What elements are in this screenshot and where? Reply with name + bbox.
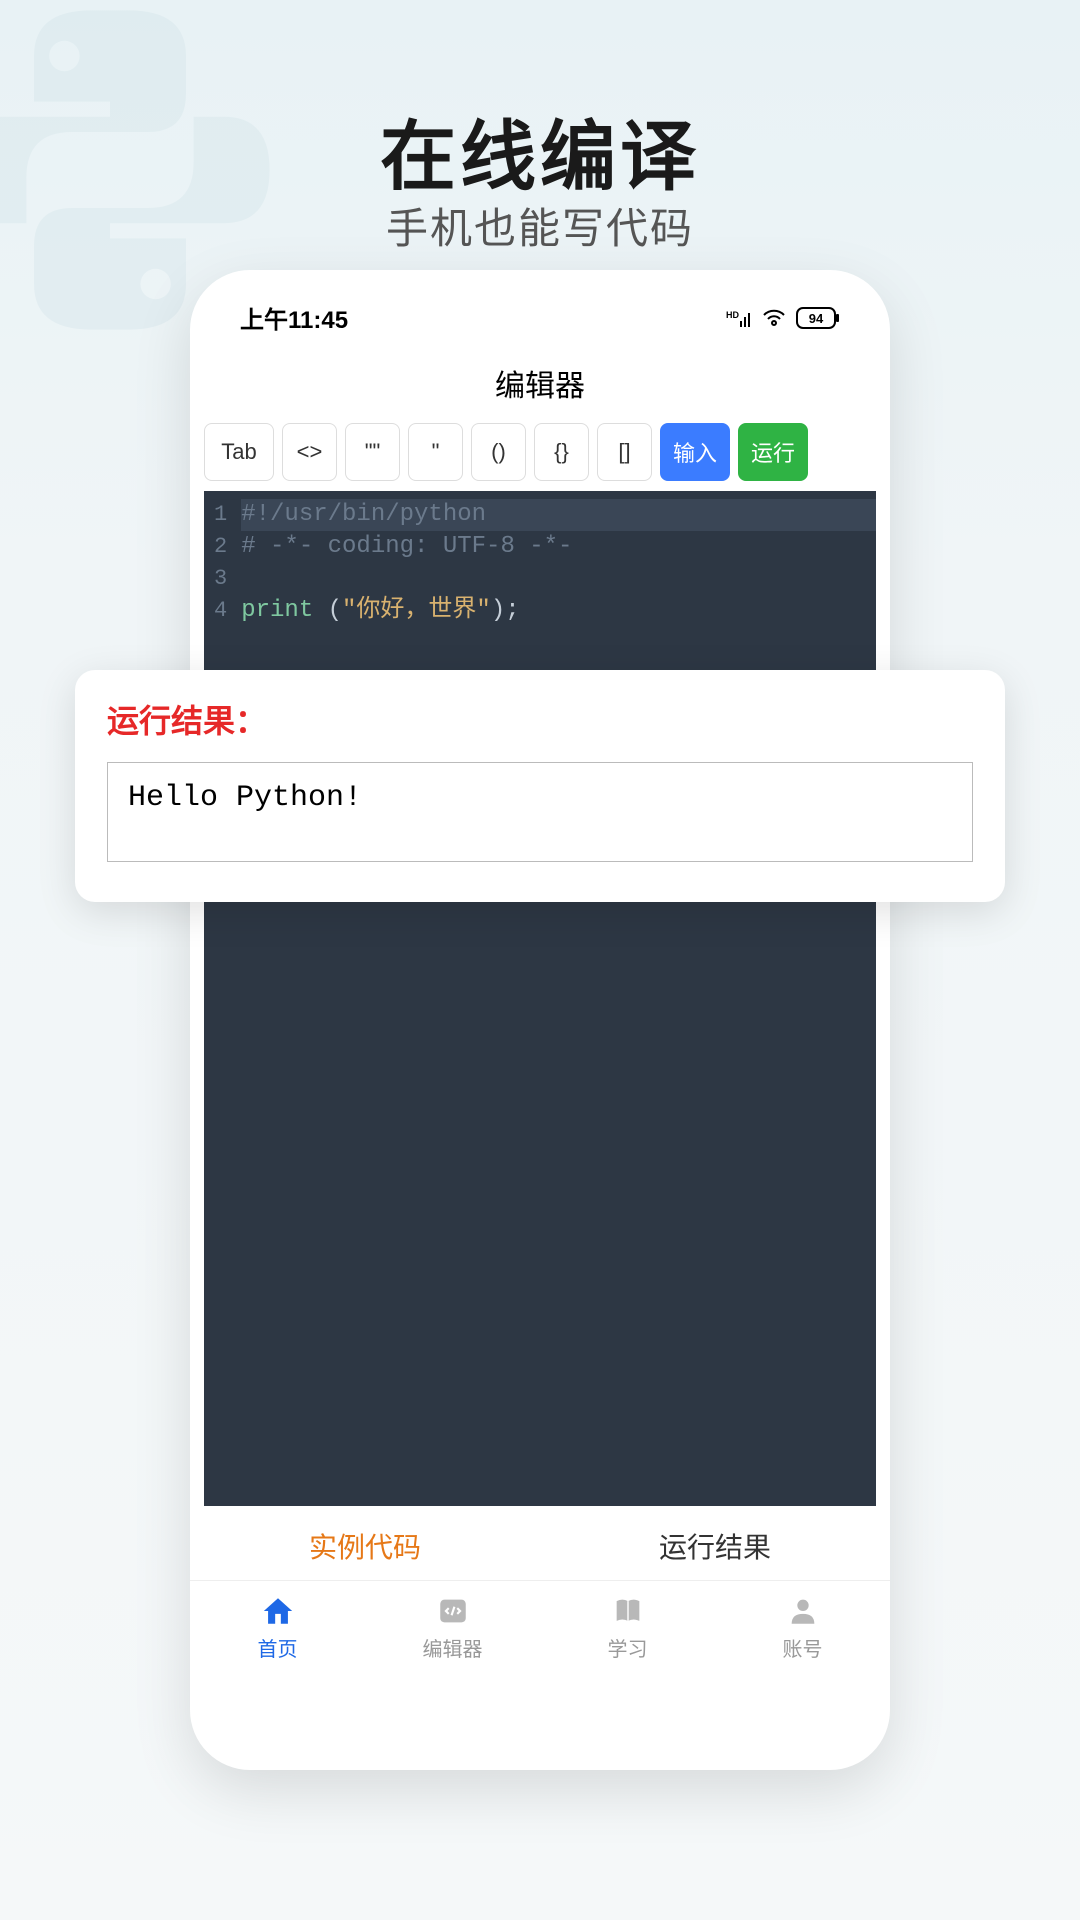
svg-text:94: 94 — [809, 311, 824, 326]
status-time: 上午11:45 — [240, 300, 348, 335]
code-line-1: #!/usr/bin/python — [241, 499, 876, 531]
nav-account[interactable]: 账号 — [715, 1593, 890, 1662]
paren-button[interactable]: () — [471, 423, 526, 481]
single-quote-button[interactable]: " — [408, 423, 463, 481]
nav-editor[interactable]: 编辑器 — [365, 1593, 540, 1662]
code-line-4: print ("你好，世界"); — [241, 595, 876, 627]
hero-title: 在线编译 — [0, 95, 1080, 205]
status-bar: 上午11:45 HD 94 — [190, 270, 890, 353]
editor-toolbar: Tab <> "" " () {} [] 输入 运行 — [190, 423, 890, 481]
bracket-button[interactable]: [] — [597, 423, 652, 481]
angle-brackets-button[interactable]: <> — [282, 423, 337, 481]
person-icon — [785, 1593, 821, 1629]
code-line-2: # -*- coding: UTF-8 -*- — [241, 531, 876, 563]
signal-icon: HD — [726, 309, 752, 327]
double-quote-button[interactable]: "" — [345, 423, 400, 481]
status-icons: HD 94 — [726, 307, 840, 329]
hero-subtitle: 手机也能写代码 — [0, 195, 1080, 256]
code-icon — [435, 1593, 471, 1629]
battery-icon: 94 — [796, 307, 840, 329]
input-button[interactable]: 输入 — [660, 423, 730, 481]
tab-example-code[interactable]: 实例代码 — [190, 1526, 540, 1566]
result-card: 运行结果： Hello Python! — [75, 670, 1005, 902]
result-title: 运行结果： — [107, 696, 973, 742]
phone-frame: 上午11:45 HD 94 编辑器 Tab <> "" " () {} [] 输… — [190, 270, 890, 1770]
code-line-3 — [241, 563, 876, 595]
nav-learn[interactable]: 学习 — [540, 1593, 715, 1662]
tabs-row: 实例代码 运行结果 — [190, 1506, 890, 1580]
run-button[interactable]: 运行 — [738, 423, 808, 481]
tab-button[interactable]: Tab — [204, 423, 274, 481]
code-content: #!/usr/bin/python # -*- coding: UTF-8 -*… — [241, 491, 876, 1506]
nav-home[interactable]: 首页 — [190, 1593, 365, 1662]
code-editor[interactable]: 1 2 3 4 #!/usr/bin/python # -*- coding: … — [204, 491, 876, 1506]
bottom-nav: 首页 编辑器 学习 账号 — [190, 1580, 890, 1670]
brace-button[interactable]: {} — [534, 423, 589, 481]
app-title: 编辑器 — [190, 353, 890, 423]
home-icon — [260, 1593, 296, 1629]
svg-text:HD: HD — [726, 310, 739, 320]
wifi-icon — [762, 309, 786, 327]
book-icon — [610, 1593, 646, 1629]
result-output: Hello Python! — [107, 762, 973, 862]
line-numbers: 1 2 3 4 — [204, 491, 241, 1506]
tab-run-result[interactable]: 运行结果 — [540, 1526, 890, 1566]
